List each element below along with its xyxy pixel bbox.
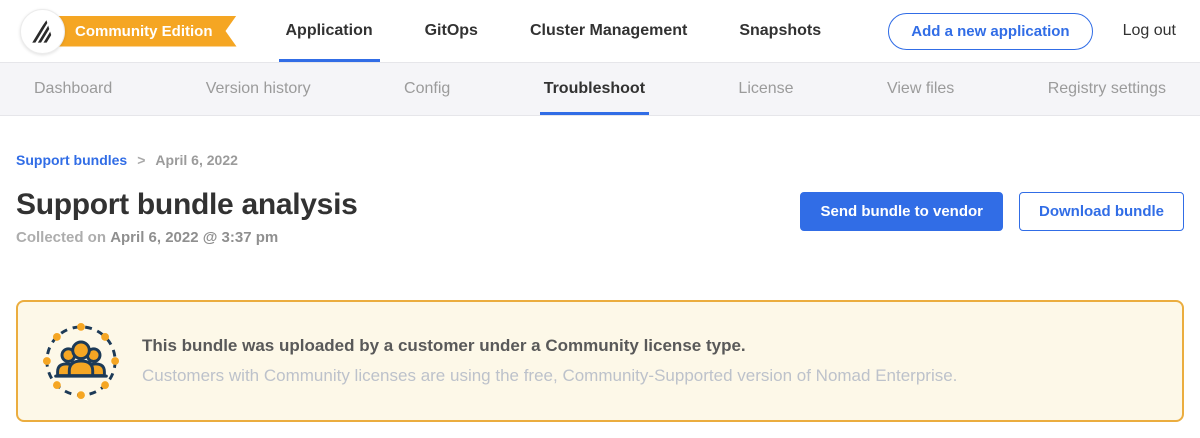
brand: Community Edition	[20, 9, 237, 54]
breadcrumb-separator: >	[137, 152, 145, 168]
collected-date: April 6, 2022 @ 3:37 pm	[110, 229, 278, 246]
subnav-item-troubleshoot[interactable]: Troubleshoot	[540, 63, 649, 115]
breadcrumb: Support bundles > April 6, 2022	[16, 152, 1184, 168]
page-title: Support bundle analysis	[16, 188, 357, 221]
add-new-application-button[interactable]: Add a new application	[888, 13, 1092, 50]
log-out-link[interactable]: Log out	[1123, 22, 1176, 40]
breadcrumb-current: April 6, 2022	[155, 152, 238, 168]
subnav-item-registry-settings[interactable]: Registry settings	[1044, 63, 1170, 115]
top-navbar: Community Edition Application GitOps Clu…	[0, 0, 1200, 62]
logo-glyph	[29, 18, 56, 45]
main-content: Support bundles > April 6, 2022 Support …	[0, 152, 1200, 422]
bundle-actions: Send bundle to vendor Download bundle	[800, 192, 1184, 231]
topnav-right: Add a new application Log out	[888, 13, 1176, 50]
download-bundle-button[interactable]: Download bundle	[1019, 192, 1184, 231]
alert-text: This bundle was uploaded by a customer u…	[142, 336, 957, 386]
tab-snapshots[interactable]: Snapshots	[732, 0, 828, 62]
subnav-item-config[interactable]: Config	[400, 63, 454, 115]
community-edition-badge: Community Edition	[49, 16, 237, 47]
subnav-item-version-history[interactable]: Version history	[202, 63, 315, 115]
subnav-item-view-files[interactable]: View files	[883, 63, 958, 115]
tab-gitops[interactable]: GitOps	[418, 0, 485, 62]
community-license-alert: This bundle was uploaded by a customer u…	[16, 300, 1184, 422]
primary-nav: Application GitOps Cluster Management Sn…	[279, 0, 829, 62]
collected-prefix: Collected on	[16, 229, 106, 246]
send-bundle-to-vendor-button[interactable]: Send bundle to vendor	[800, 192, 1003, 231]
title-block: Support bundle analysis Collected on Apr…	[16, 188, 357, 246]
title-row: Support bundle analysis Collected on Apr…	[16, 188, 1184, 246]
replicated-logo-icon[interactable]	[20, 9, 65, 54]
app-subnav: Dashboard Version history Config Trouble…	[0, 62, 1200, 116]
collected-line: Collected on April 6, 2022 @ 3:37 pm	[16, 229, 357, 246]
alert-subtitle: Customers with Community licenses are us…	[142, 366, 957, 386]
breadcrumb-support-bundles-link[interactable]: Support bundles	[16, 152, 127, 168]
tab-cluster-management[interactable]: Cluster Management	[523, 0, 694, 62]
tab-application[interactable]: Application	[279, 0, 380, 62]
subnav-item-dashboard[interactable]: Dashboard	[30, 63, 116, 115]
alert-title: This bundle was uploaded by a customer u…	[142, 336, 957, 356]
subnav-item-license[interactable]: License	[734, 63, 797, 115]
community-members-icon	[42, 322, 120, 400]
